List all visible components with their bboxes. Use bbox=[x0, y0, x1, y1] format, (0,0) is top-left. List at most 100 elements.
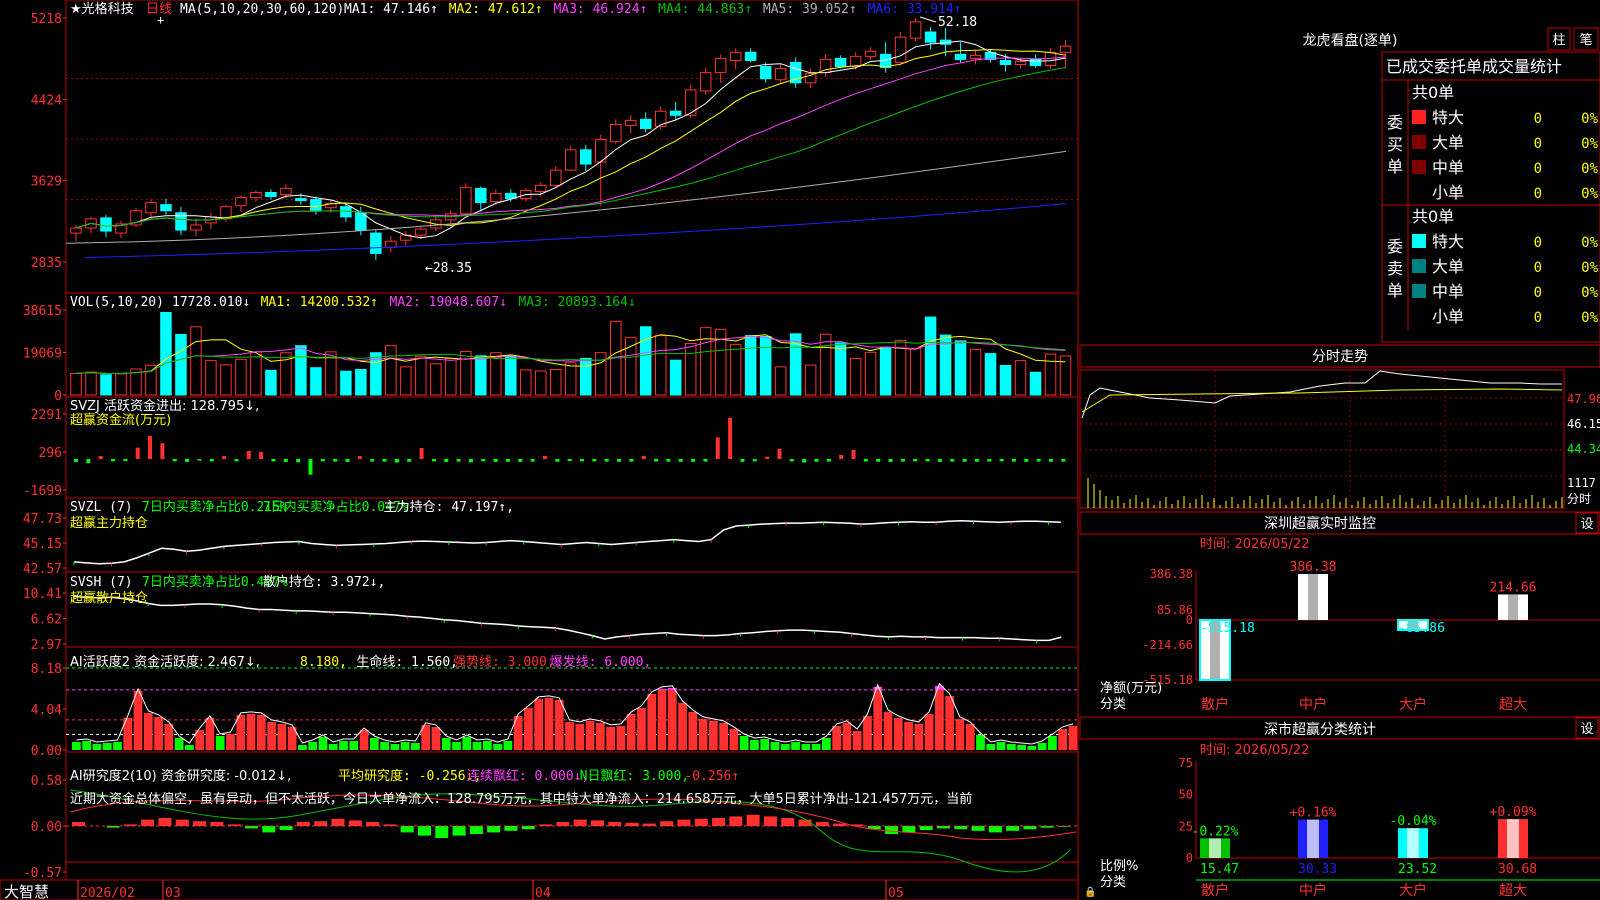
label-text: 17728.010↓ bbox=[172, 295, 250, 310]
ai-activity-bar bbox=[832, 725, 842, 750]
ai-activity-bar bbox=[328, 743, 338, 750]
ai-research-bar bbox=[902, 826, 916, 833]
svzj-bar bbox=[148, 435, 153, 459]
legend-swatch bbox=[1412, 110, 1426, 124]
ai-activity-bar bbox=[708, 720, 718, 750]
vol-bar bbox=[220, 364, 232, 396]
ai-activity-axis: 8.18 4.04 0.00 bbox=[31, 662, 66, 759]
high-pointer bbox=[919, 16, 937, 23]
svzj-bar bbox=[407, 459, 412, 462]
candle-up bbox=[70, 227, 82, 234]
ss-title: 深市超赢分类统计 bbox=[1264, 721, 1376, 738]
vol-bar bbox=[639, 326, 652, 396]
svzj-bar bbox=[382, 459, 387, 462]
ai-activity-bar bbox=[452, 741, 461, 750]
vol-bar bbox=[1044, 353, 1057, 396]
ai-research-bar bbox=[556, 822, 570, 826]
ai-activity-bar bbox=[164, 723, 174, 750]
ai-activity-bar bbox=[154, 716, 163, 750]
vol-bar bbox=[400, 366, 412, 396]
ai-activity-bar bbox=[811, 743, 821, 750]
candle-up bbox=[235, 197, 247, 207]
vol-bar bbox=[669, 359, 682, 396]
candle-down bbox=[744, 51, 757, 61]
vol-bar bbox=[819, 333, 832, 396]
svzj-bar bbox=[493, 459, 498, 462]
ai-activity-bar bbox=[688, 711, 698, 750]
ai-activity-bar bbox=[595, 722, 605, 750]
label-text: MA4: 44.863↑ bbox=[658, 2, 752, 17]
ss-bar-shade bbox=[1307, 819, 1319, 858]
axis-tick: 2.97 bbox=[31, 638, 62, 653]
candle-up bbox=[699, 72, 712, 92]
vol-bar bbox=[834, 342, 847, 396]
intraday-avg-line bbox=[1081, 388, 1563, 413]
axis-tick: 296 bbox=[39, 446, 62, 461]
vol-bars bbox=[70, 311, 1072, 396]
svzj-bar bbox=[357, 456, 362, 459]
ss-bar-3: +0.09% 30.68 超大 bbox=[1490, 805, 1538, 899]
svzj-bar bbox=[950, 459, 955, 462]
svzj-bar bbox=[999, 459, 1004, 462]
intraday-title: 分时走势 bbox=[1312, 349, 1368, 365]
svzj-bar bbox=[333, 459, 338, 462]
ai-activity-bar bbox=[493, 743, 502, 750]
vol-bar bbox=[879, 346, 892, 396]
candle-up bbox=[415, 228, 427, 236]
date-label: 03 bbox=[165, 886, 181, 900]
ai-activity-bar bbox=[400, 741, 410, 750]
candle-up bbox=[774, 68, 787, 81]
ai-research-bar bbox=[1006, 826, 1020, 831]
ai-research-bar bbox=[590, 820, 604, 826]
vol-bar bbox=[205, 360, 217, 396]
ai-activity-bar bbox=[1068, 725, 1078, 750]
vol-bar bbox=[909, 347, 922, 396]
ai-activity-bar bbox=[842, 722, 852, 750]
ai-activity-bar bbox=[349, 740, 359, 750]
ai-research-axis: 0.58 0.00 -0.57 bbox=[23, 774, 66, 881]
candle-down bbox=[295, 198, 307, 202]
ss-bar-1: +0.16% 30.33 中户 bbox=[1290, 806, 1338, 899]
ai-research-bar bbox=[971, 826, 985, 831]
sz-category: 中户 bbox=[1299, 696, 1327, 713]
order-type: 大单 bbox=[1432, 257, 1464, 276]
ai-research-bar bbox=[763, 816, 777, 826]
ai-activity-bar bbox=[174, 737, 184, 750]
svzj-bar bbox=[481, 459, 486, 462]
svzj-bar bbox=[431, 459, 436, 462]
stock-terminal: 5218 4424 3629 2835 52.18 ←28.35 ★光格科技 日线 MA(5,1… bbox=[0, 0, 1600, 900]
svzj-bar bbox=[876, 459, 881, 462]
intraday-tick: 1117 bbox=[1567, 476, 1596, 490]
ai-activity-bar bbox=[133, 690, 143, 750]
ai-activity-bar bbox=[791, 741, 800, 750]
svzj-bar bbox=[160, 443, 165, 459]
intraday-tick: 47.96 bbox=[1567, 392, 1600, 406]
ss-tick: 0 bbox=[1186, 851, 1193, 865]
svzj-bar bbox=[259, 451, 264, 459]
ai-activity-bar bbox=[308, 741, 318, 750]
label-text: 散户持仓: 3.972↓, bbox=[263, 574, 385, 590]
svzj-bar bbox=[728, 417, 733, 459]
ai-activity-bar bbox=[544, 697, 554, 750]
order-type: 大单 bbox=[1432, 133, 1464, 152]
low-price-label: ←28.35 bbox=[425, 261, 472, 276]
candle-up bbox=[280, 187, 292, 195]
ai-activity-bar bbox=[277, 723, 287, 750]
svzj-bar bbox=[209, 459, 214, 462]
ai-activity-bar bbox=[72, 741, 81, 750]
svzj-bar bbox=[839, 454, 844, 459]
sz-bar-3: 214.66 超大 bbox=[1490, 580, 1537, 713]
svzj-axis: 2291 296 -1699 bbox=[23, 408, 66, 499]
ai-activity-bar bbox=[904, 721, 913, 750]
vol-bar bbox=[160, 311, 172, 396]
order-pct: 0% bbox=[1581, 186, 1598, 202]
candle-up bbox=[684, 89, 697, 116]
axis-tick: 4424 bbox=[31, 93, 62, 108]
vol-bar bbox=[565, 362, 577, 396]
ss-bar-value: 15.47 bbox=[1200, 862, 1239, 877]
ai-activity-bar bbox=[92, 743, 102, 750]
ai-activity-bar bbox=[472, 741, 482, 750]
ai-summary-note: 近期大资金总体偏空，虽有异动，但不太活跃，今日大单净流入：128.795万元，其… bbox=[70, 791, 972, 807]
legend-swatch bbox=[1412, 234, 1426, 248]
ai-activity-bar bbox=[411, 742, 420, 750]
